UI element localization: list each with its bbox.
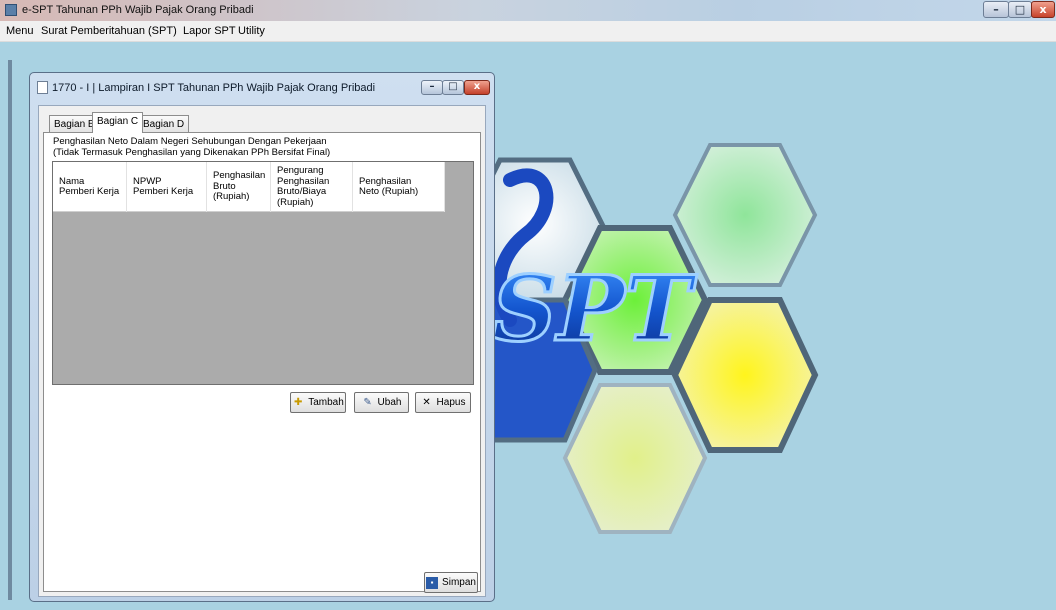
column-header-nama[interactable]: Nama Pemberi Kerja [53,162,127,212]
menu-item-lapor-spt[interactable]: Lapor SPT [183,25,236,37]
close-icon: x [473,81,481,92]
description-line-2: (Tidak Termasuk Penghasilan yang Dikenak… [53,147,331,158]
maximize-icon: □ [1014,3,1026,16]
grid-header: Nama Pemberi Kerja NPWP Pemberi Kerja Pe… [53,162,445,212]
tab-bagian-d[interactable]: Bagian D [138,115,190,132]
document-icon [37,81,48,94]
minimize-icon: – [429,81,435,92]
app-titlebar: e-SPT Tahunan PPh Wajib Pajak Orang Prib… [0,0,1056,21]
close-icon: x [1039,3,1047,16]
lampiran-window: 1770 - I | Lampiran I SPT Tahunan PPh Wa… [29,72,495,602]
close-button[interactable]: x [1031,1,1055,18]
maximize-button[interactable]: □ [1008,1,1032,18]
edit-icon: ✎ [363,396,372,408]
child-minimize-button[interactable]: – [421,80,443,95]
hexagon-bottom-pale [562,383,708,534]
lampiran-title: 1770 - I | Lampiran I SPT Tahunan PPh Wa… [52,82,376,94]
child-close-button[interactable]: x [464,80,490,95]
delete-icon: ✕ [422,396,431,408]
column-header-neto[interactable]: Penghasilan Neto (Rupiah) [353,162,445,212]
hapus-button[interactable]: ✕ Hapus [415,392,471,413]
section-description: Penghasilan Neto Dalam Negeri Sehubungan… [53,136,330,158]
menu-item-menu[interactable]: Menu [6,25,34,37]
mdi-frame-edge [8,60,12,600]
simpan-button[interactable]: ▪ Simpan [424,572,478,593]
tab-bagian-c[interactable]: Bagian C [92,112,144,133]
column-header-bruto[interactable]: Penghasilan Bruto (Rupiah) [207,162,271,212]
column-header-npwp[interactable]: NPWP Pemberi Kerja [127,162,207,212]
tab-panel-bagian-c: Penghasilan Neto Dalam Negeri Sehubungan… [43,132,481,592]
logo-letters: SPT [492,256,698,362]
add-icon: ✚ [294,396,303,408]
child-maximize-button[interactable]: □ [442,80,464,95]
tambah-label: Tambah [308,397,344,408]
menu-item-utility[interactable]: Utility [238,25,265,37]
app-icon [5,4,17,16]
tambah-button[interactable]: ✚ Tambah [290,392,346,413]
ubah-label: Ubah [377,397,402,408]
column-header-pengurang[interactable]: Pengurang Penghasilan Bruto/Biaya (Rupia… [271,162,353,212]
menu-item-spt[interactable]: Surat Pemberitahuan (SPT) [41,25,177,37]
hexagon-top-right [672,143,818,287]
hapus-label: Hapus [436,397,466,408]
app-title: e-SPT Tahunan PPh Wajib Pajak Orang Prib… [22,4,254,16]
simpan-label: Simpan [442,577,476,588]
minimize-icon: – [993,3,999,16]
minimize-button[interactable]: – [983,1,1009,18]
lampiran-client-area: Bagian B Bagian C Bagian D Penghasilan N… [38,105,486,597]
employer-income-grid[interactable]: Nama Pemberi Kerja NPWP Pemberi Kerja Pe… [52,161,474,385]
maximize-icon: □ [448,81,458,92]
description-line-1: Penghasilan Neto Dalam Negeri Sehubungan… [53,136,327,147]
espt-logo-graphic: SPT [470,143,819,534]
ubah-button[interactable]: ✎ Ubah [354,392,409,413]
menubar: Menu Surat Pemberitahuan (SPT) Lapor SPT… [0,21,1056,42]
save-icon: ▪ [426,576,439,589]
lampiran-titlebar: 1770 - I | Lampiran I SPT Tahunan PPh Wa… [34,77,490,99]
